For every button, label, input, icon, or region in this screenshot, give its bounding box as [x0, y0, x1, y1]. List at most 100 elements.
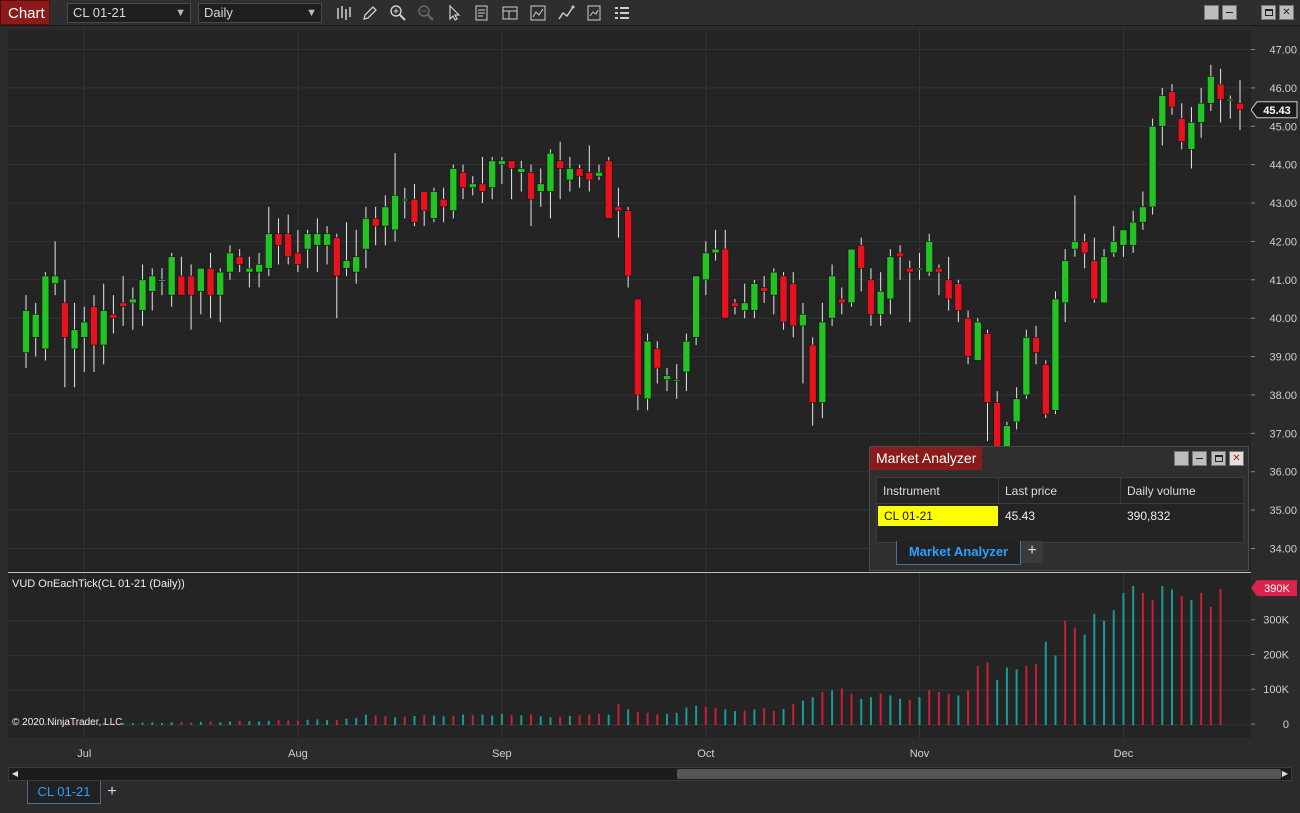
- ma-add-tab-button[interactable]: +: [1021, 541, 1043, 563]
- price-tick-label: 45.00: [1269, 121, 1297, 133]
- price-axis[interactable]: 34.00 35.00 36.00 37.00 38.00 39.00 40.00 41.00…: [1251, 30, 1300, 738]
- candle-body: [867, 279, 875, 315]
- candle-body: [653, 348, 662, 369]
- candle-body: [158, 279, 166, 282]
- zoom-out-icon[interactable]: [417, 4, 435, 22]
- candle-body: [119, 302, 127, 307]
- price-tick-label: 34.00: [1269, 543, 1297, 555]
- cell-daily-volume[interactable]: 390,832: [1121, 506, 1243, 526]
- price-tick-label: 36.00: [1269, 467, 1297, 479]
- candle-body: [915, 267, 924, 271]
- candle-body: [1100, 256, 1108, 304]
- candle-body: [1041, 363, 1050, 415]
- candle-body: [264, 233, 273, 269]
- strategies-icon[interactable]: [557, 4, 575, 22]
- cursor-icon[interactable]: [445, 4, 463, 22]
- time-axis[interactable]: Jul Aug Sep Oct Nov Dec: [8, 738, 1251, 766]
- properties-icon[interactable]: [473, 4, 491, 22]
- candle-body: [905, 267, 914, 273]
- candle-body: [750, 283, 759, 311]
- add-tab-button[interactable]: +: [104, 784, 120, 800]
- candle-body: [1032, 337, 1040, 354]
- templates-icon[interactable]: [501, 4, 519, 22]
- maximize-icon[interactable]: [1261, 5, 1276, 20]
- time-tick-label: Nov: [909, 748, 930, 760]
- candle-body: [925, 241, 934, 273]
- candle-body: [604, 160, 613, 219]
- list-icon[interactable]: [613, 4, 631, 22]
- chart-window-title[interactable]: Chart: [0, 0, 50, 25]
- ma-close-icon[interactable]: ✕: [1229, 451, 1244, 466]
- candle-body: [22, 310, 30, 354]
- scroll-right-icon[interactable]: ▶: [1279, 768, 1291, 780]
- candle-body: [197, 267, 205, 292]
- scroll-left-icon[interactable]: ◀: [9, 768, 21, 780]
- candle-body: [1109, 241, 1118, 254]
- tab-cl-01-21[interactable]: CL 01-21: [27, 781, 101, 804]
- period-selector[interactable]: Daily ▼: [198, 3, 322, 23]
- copyright-text: © 2020 NinjaTrader, LLC: [12, 717, 123, 728]
- candle-body: [954, 283, 963, 311]
- candle-body: [507, 160, 516, 169]
- chevron-down-icon: ▼: [175, 7, 186, 19]
- candle-body: [692, 275, 700, 338]
- ma-minimize-icon[interactable]: [1174, 451, 1189, 466]
- indicators-icon[interactable]: [529, 4, 547, 22]
- candle-body: [828, 275, 836, 319]
- candle-body: [362, 218, 370, 250]
- volume-tick-label: 100K: [1263, 684, 1289, 696]
- tab-market-analyzer[interactable]: Market Analyzer: [896, 541, 1021, 565]
- restore-icon[interactable]: [1222, 5, 1237, 20]
- candle-body: [847, 248, 856, 304]
- cell-instrument[interactable]: CL 01-21: [878, 506, 998, 526]
- ma-restore-icon[interactable]: [1192, 451, 1207, 466]
- candle-body: [566, 168, 574, 181]
- candle-body: [838, 298, 846, 304]
- horizontal-scrollbar[interactable]: ◀ ▶: [8, 767, 1292, 781]
- candle-body: [449, 168, 458, 212]
- ma-maximize-icon[interactable]: [1211, 451, 1226, 466]
- volume-tick-label: 200K: [1263, 649, 1289, 661]
- candle-body: [876, 291, 885, 315]
- column-header-daily-volume[interactable]: Daily volume: [1121, 478, 1243, 504]
- candle-body: [702, 252, 710, 281]
- candle-body: [410, 198, 419, 223]
- candle-body: [313, 233, 322, 246]
- volume-panel[interactable]: [8, 572, 1251, 738]
- period-selector-value: Daily: [204, 5, 233, 20]
- draw-pencil-icon[interactable]: [361, 4, 379, 22]
- scrollbar-thumb[interactable]: [677, 769, 1281, 779]
- candle-body: [371, 218, 380, 227]
- candle-body: [1022, 337, 1031, 396]
- candle-body: [391, 195, 399, 231]
- candle-body: [1187, 122, 1196, 150]
- candle-body: [1216, 83, 1225, 100]
- minimize-icon[interactable]: [1204, 5, 1219, 20]
- column-header-last-price[interactable]: Last price: [999, 478, 1121, 504]
- candle-body: [711, 248, 720, 254]
- candle-body: [138, 279, 147, 311]
- data-box-icon[interactable]: [585, 4, 603, 22]
- column-header-instrument[interactable]: Instrument: [877, 478, 999, 504]
- instrument-selector[interactable]: CL 01-21 ▼: [67, 3, 191, 23]
- candle-body: [420, 191, 428, 212]
- candle-body: [430, 191, 438, 219]
- market-analyzer-title[interactable]: Market Analyzer: [870, 447, 983, 470]
- candle-body: [857, 244, 866, 269]
- cell-last-price[interactable]: 45.43: [999, 506, 1121, 526]
- close-icon[interactable]: ✕: [1279, 5, 1294, 20]
- price-tick-label: 38.00: [1269, 390, 1297, 402]
- candle-body: [245, 267, 254, 273]
- candle-body: [799, 314, 807, 327]
- candle-body: [663, 375, 671, 380]
- candle-body: [459, 172, 467, 188]
- price-tick-label: 35.00: [1269, 505, 1297, 517]
- candle-body: [721, 248, 730, 319]
- bar-type-icon[interactable]: [334, 4, 352, 22]
- instrument-selector-value: CL 01-21: [73, 5, 126, 20]
- zoom-in-icon[interactable]: [389, 4, 407, 22]
- candle-body: [1197, 102, 1205, 123]
- candle-body: [1168, 91, 1176, 108]
- chart-area[interactable]: VUD OnEachTick(CL 01-21 (Daily)) © 2020 …: [8, 30, 1251, 738]
- candle-body: [255, 264, 263, 273]
